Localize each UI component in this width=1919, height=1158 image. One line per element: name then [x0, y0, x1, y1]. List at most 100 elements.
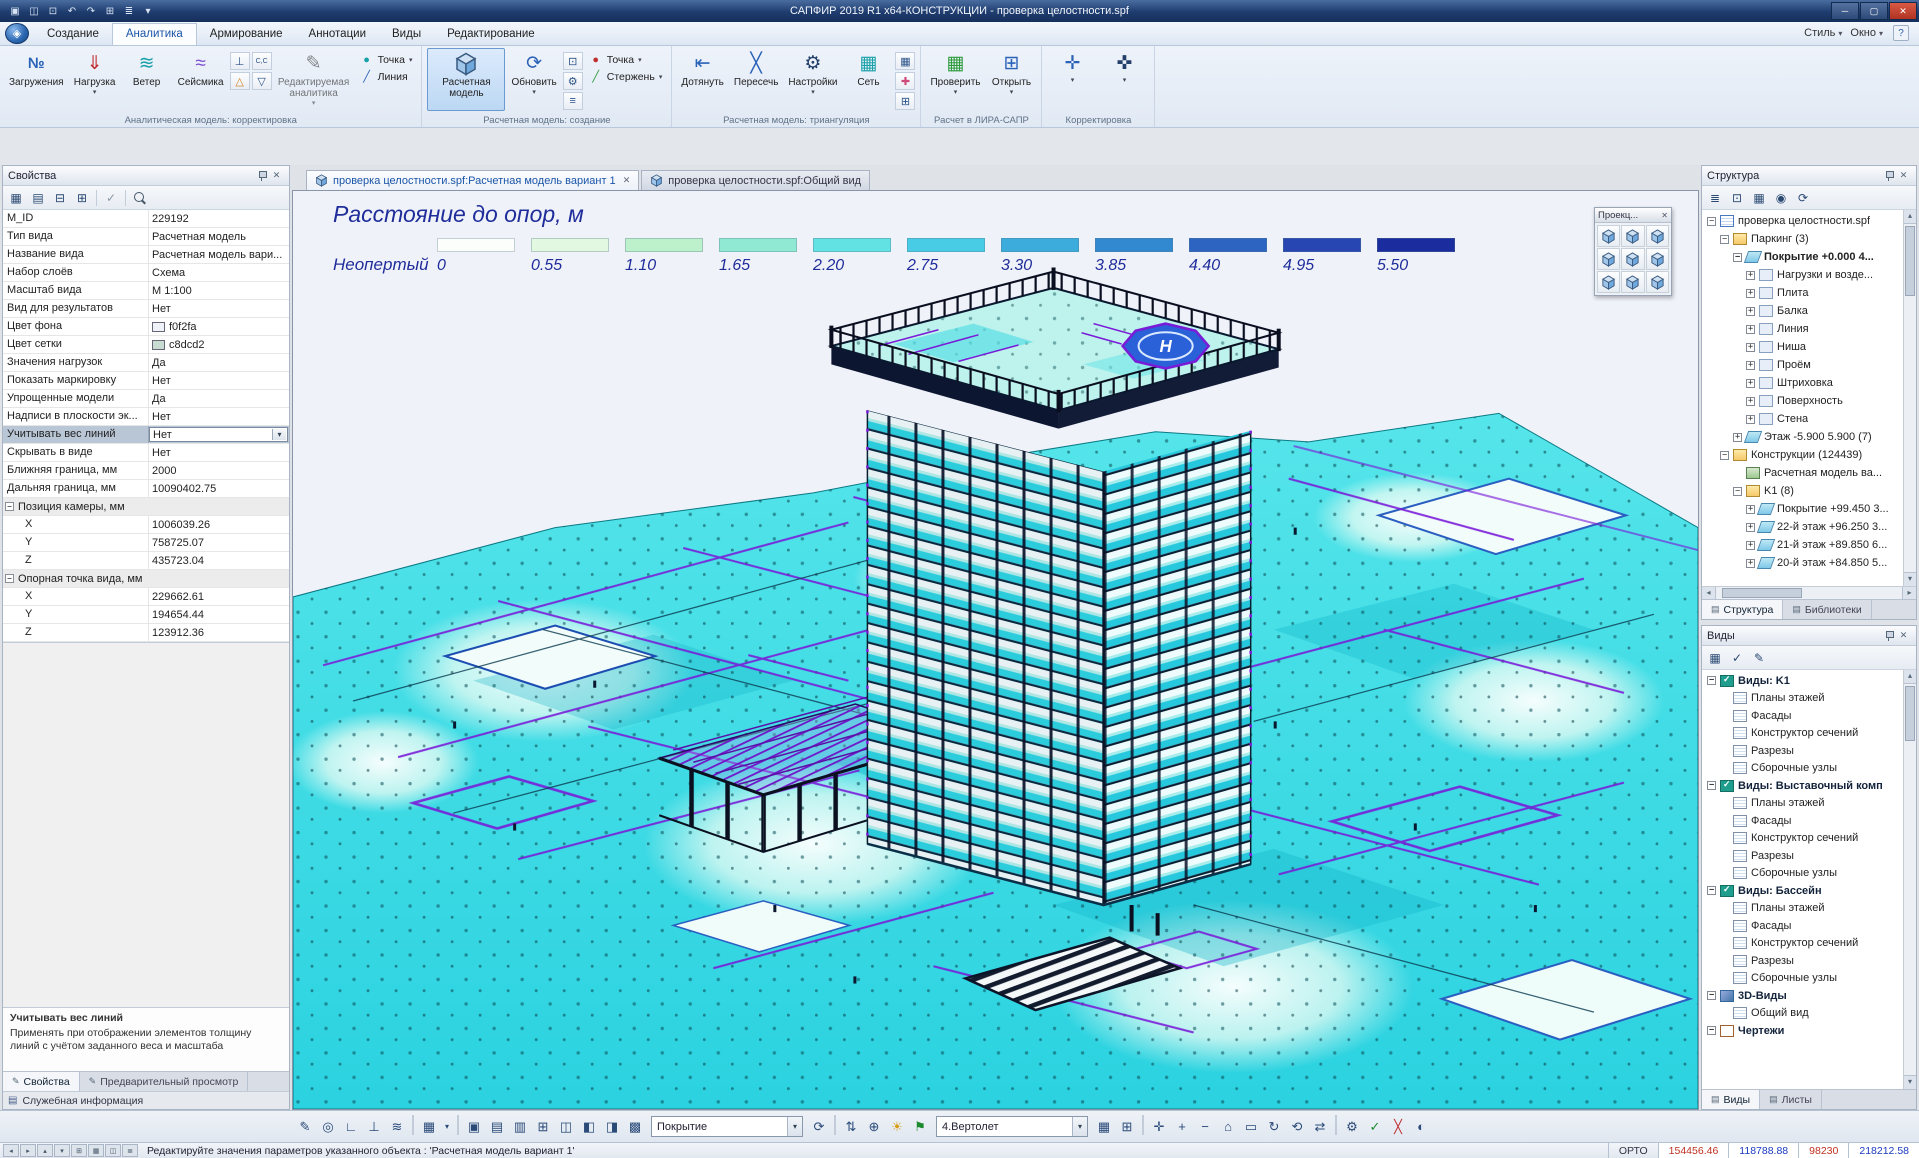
projection-button[interactable]: [1621, 271, 1644, 293]
property-row[interactable]: − Набор слоёв Схема: [3, 264, 289, 282]
tree-item[interactable]: − проверка целостности.spf: [1702, 212, 1903, 230]
cc-support-button[interactable]: C,C: [252, 52, 272, 70]
property-row[interactable]: − Цвет сетки c8dcd2: [3, 336, 289, 354]
property-value[interactable]: 435723.04: [149, 552, 289, 569]
tree-item[interactable]: Планы этажей: [1702, 795, 1903, 813]
bottom-toolbar-button[interactable]: ◫: [555, 1115, 577, 1139]
property-row[interactable]: − Ближняя граница, мм 2000: [3, 462, 289, 480]
tree-item[interactable]: Фасады: [1702, 707, 1903, 725]
bottom-toolbar-button[interactable]: −: [1194, 1115, 1216, 1139]
bottom-toolbar-button[interactable]: ✓: [1364, 1115, 1386, 1139]
help-button[interactable]: ?: [1893, 25, 1909, 41]
menu-right-item[interactable]: Стиль▾Окно▾: [1798, 25, 1889, 41]
tree-item[interactable]: − Чертежи: [1702, 1022, 1903, 1040]
model-viewport[interactable]: H Расстояние до опор, м Неопертый 00.551…: [292, 190, 1699, 1110]
property-row[interactable]: − Значения нагрузок Да: [3, 354, 289, 372]
ribbon-tab[interactable]: Аннотации: [296, 24, 379, 45]
property-value[interactable]: Нет: [149, 444, 289, 461]
load-button[interactable]: ⇓ Нагрузка ▾: [70, 48, 120, 111]
property-value[interactable]: 229662.61: [149, 588, 289, 605]
vertical-scrollbar[interactable]: [1903, 670, 1916, 1089]
projection-button[interactable]: [1621, 225, 1644, 247]
tree-item[interactable]: Фасады: [1702, 812, 1903, 830]
tree-item[interactable]: + 21-й этаж +89.850 6...: [1702, 536, 1903, 554]
model-settings-button[interactable]: ⚙: [563, 72, 583, 90]
tree-item[interactable]: Расчетная модель ва...: [1702, 464, 1903, 482]
status-nav-button[interactable]: ≣: [122, 1144, 138, 1157]
window-control-button[interactable]: ▢: [1860, 2, 1888, 20]
tree-expand-toggle[interactable]: −: [1707, 676, 1716, 685]
property-value[interactable]: М 1:100: [149, 282, 289, 299]
bottom-toolbar-button[interactable]: ▩: [624, 1115, 646, 1139]
intersect-button[interactable]: ╳ Пересечь: [730, 48, 783, 111]
search-icon[interactable]: [130, 188, 150, 207]
bottom-toolbar-button[interactable]: ⌂: [1217, 1115, 1239, 1139]
close-icon[interactable]: ✕: [1896, 169, 1911, 183]
views-tab[interactable]: ▤ Листы: [1760, 1090, 1822, 1109]
tree-expand-toggle[interactable]: −: [1733, 487, 1742, 496]
tree-expand-toggle[interactable]: +: [1746, 361, 1755, 370]
tree-expand-toggle[interactable]: +: [1746, 523, 1755, 532]
tree-item[interactable]: − Виды: Выставочный комп: [1702, 777, 1903, 795]
bottom-toolbar-button[interactable]: ⊞: [532, 1115, 554, 1139]
properties-tab[interactable]: ✎ Предварительный просмотр: [80, 1072, 249, 1091]
property-value[interactable]: Да: [149, 390, 289, 407]
tree-item[interactable]: Конструктор сечений: [1702, 935, 1903, 953]
property-value[interactable]: Нет: [149, 372, 289, 389]
property-value[interactable]: Схема: [149, 264, 289, 281]
tree-item[interactable]: Сборочные узлы: [1702, 865, 1903, 883]
property-row[interactable]: − Скрывать в виде Нет: [3, 444, 289, 462]
hinge-support-button[interactable]: ▽: [252, 72, 272, 90]
quick-access-icon[interactable]: ≣: [120, 3, 138, 19]
close-icon[interactable]: ✕: [1661, 211, 1668, 220]
tree-expand-toggle[interactable]: +: [1746, 379, 1755, 388]
bottom-toolbar-button[interactable]: ≋: [386, 1115, 408, 1139]
bottom-toolbar-button[interactable]: [1142, 1115, 1144, 1135]
projection-button[interactable]: [1646, 271, 1669, 293]
tree-expand-toggle[interactable]: −: [1707, 991, 1716, 1000]
collapse-all-icon[interactable]: ⊟: [50, 188, 70, 207]
check-button[interactable]: ▦ Проверить ▾: [926, 48, 984, 111]
group-collapse-icon[interactable]: −: [5, 502, 14, 511]
status-nav-button[interactable]: ◂: [3, 1144, 19, 1157]
tree-expand-toggle[interactable]: −: [1707, 217, 1716, 226]
tree-item[interactable]: + Штриховка: [1702, 374, 1903, 392]
tree-expand-toggle[interactable]: +: [1746, 271, 1755, 280]
tree-expand-toggle[interactable]: +: [1733, 433, 1742, 442]
wind-button[interactable]: ≋ Ветер: [122, 48, 172, 111]
bottom-toolbar-button[interactable]: ▦: [418, 1115, 440, 1139]
property-row[interactable]: − Z 123912.36: [3, 624, 289, 642]
tree-expand-toggle[interactable]: −: [1720, 235, 1729, 244]
quick-access-icon[interactable]: ⊞: [101, 3, 119, 19]
bottom-toolbar-button[interactable]: ▭: [1240, 1115, 1262, 1139]
rod-button[interactable]: ╱ Стержень ▾: [585, 69, 667, 84]
model-3d-scene[interactable]: H: [293, 191, 1698, 1109]
property-row[interactable]: − Название вида Расчетная модель вари...: [3, 246, 289, 264]
menu-right-label[interactable]: Стиль▾: [1804, 27, 1842, 39]
rigid-support-button[interactable]: △: [230, 72, 250, 90]
tree-item[interactable]: + Покрытие +99.450 3...: [1702, 500, 1903, 518]
apply-check-icon[interactable]: ✓: [1727, 648, 1747, 667]
property-row[interactable]: − Y 758725.07: [3, 534, 289, 552]
tower[interactable]: H: [829, 268, 1280, 906]
application-menu-button[interactable]: ◈: [5, 23, 29, 44]
property-value[interactable]: Расчетная модель вари...: [149, 246, 289, 263]
line-tool-button[interactable]: ╱ Линия: [356, 69, 417, 84]
model-fragment-button[interactable]: ⊡: [563, 52, 583, 70]
tree-item[interactable]: − Виды: K1: [1702, 672, 1903, 690]
status-nav-button[interactable]: ▾: [54, 1144, 70, 1157]
document-tab[interactable]: проверка целостности.spf:Общий вид ✕: [641, 170, 870, 190]
projection-button[interactable]: [1621, 248, 1644, 270]
tree-item[interactable]: + Нагрузки и возде...: [1702, 266, 1903, 284]
orto-mode-indicator[interactable]: ОРТО: [1608, 1143, 1658, 1158]
document-tab[interactable]: проверка целостности.spf:Расчетная модел…: [306, 170, 639, 190]
property-row[interactable]: − Опорная точка вида, мм: [3, 570, 289, 588]
tree-item[interactable]: Сборочные узлы: [1702, 970, 1903, 988]
property-row[interactable]: − Надписи в плоскости эк... Нет: [3, 408, 289, 426]
tree-item[interactable]: Общий вид: [1702, 1005, 1903, 1023]
visibility-icon[interactable]: ◉: [1771, 188, 1791, 207]
ribbon-tab[interactable]: Виды: [379, 24, 434, 45]
property-value[interactable]: Да: [149, 354, 289, 371]
property-row[interactable]: − Тип вида Расчетная модель: [3, 228, 289, 246]
bottom-toolbar-button[interactable]: ▤: [486, 1115, 508, 1139]
